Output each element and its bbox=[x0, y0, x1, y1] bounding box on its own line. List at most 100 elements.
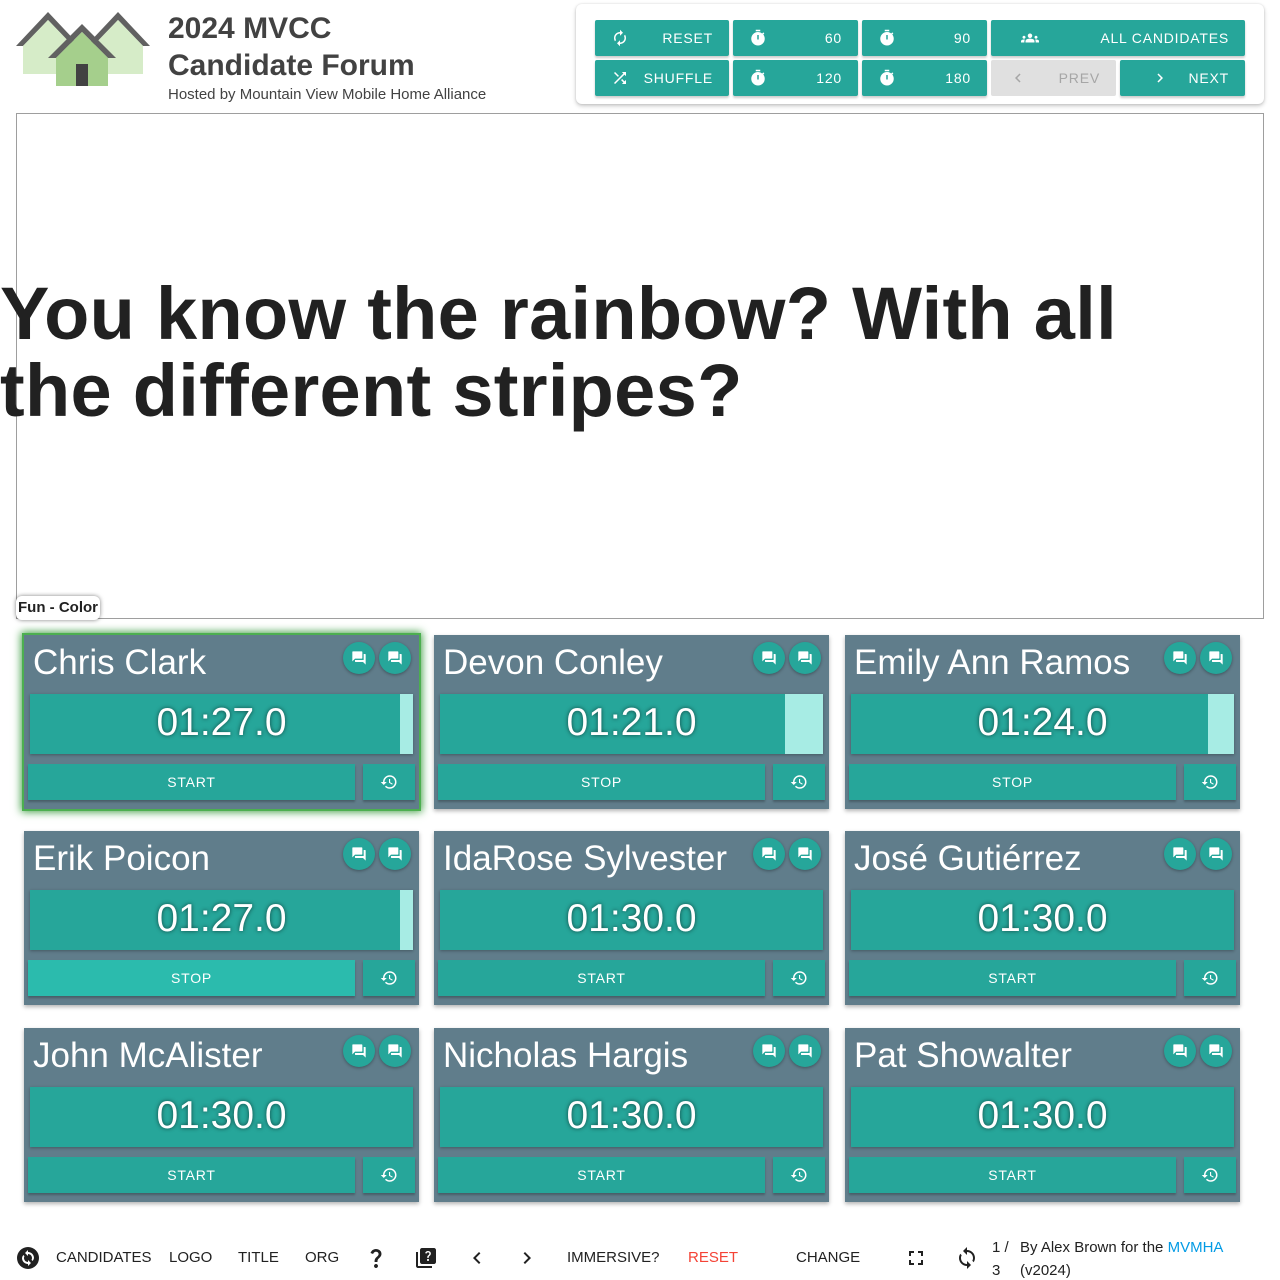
candidate-card: Chris Clark 01:27.0 START bbox=[24, 635, 419, 809]
chat-bubble-icon bbox=[1173, 1044, 1187, 1058]
reset-timer-button[interactable] bbox=[1184, 1157, 1236, 1193]
timer-readout: 01:24.0 bbox=[977, 701, 1108, 744]
reset-timer-button[interactable] bbox=[1184, 960, 1236, 996]
footer-reset-button[interactable]: RESET bbox=[688, 1249, 738, 1267]
chevron-left-icon bbox=[1015, 73, 1021, 83]
timer-60-label: 60 bbox=[824, 30, 842, 46]
footer-candidates-button[interactable]: CANDIDATES bbox=[56, 1249, 152, 1267]
credit-prefix: By Alex Brown for the bbox=[1020, 1239, 1168, 1256]
history-icon bbox=[1201, 971, 1218, 985]
alliance-logo bbox=[16, 12, 150, 86]
chat-bubble-icon bbox=[388, 1044, 402, 1058]
reset-timer-button[interactable] bbox=[363, 960, 415, 996]
footer-org-button[interactable]: ORG bbox=[305, 1249, 339, 1267]
reset-timer-button[interactable] bbox=[363, 1157, 415, 1193]
fullscreen-icon[interactable] bbox=[904, 1246, 928, 1270]
candidate-timer: 01:30.0 bbox=[30, 1087, 413, 1147]
timer-readout: 01:30.0 bbox=[977, 897, 1108, 940]
reset-timer-button[interactable] bbox=[1184, 764, 1236, 800]
reset-timer-button[interactable] bbox=[363, 764, 415, 800]
start-stop-button[interactable]: STOP bbox=[438, 764, 765, 800]
help-icon[interactable] bbox=[364, 1246, 388, 1270]
timer-readout: 01:27.0 bbox=[156, 701, 287, 744]
footer-logo-button[interactable]: LOGO bbox=[169, 1249, 212, 1267]
question-bubble-button-2[interactable] bbox=[1200, 1035, 1232, 1067]
start-stop-button[interactable]: START bbox=[438, 1157, 765, 1193]
question-bubble-button-2[interactable] bbox=[789, 838, 821, 870]
question-library-icon[interactable] bbox=[414, 1246, 438, 1270]
question-bubble-button[interactable] bbox=[343, 1035, 375, 1067]
timer-120-button[interactable]: 120 bbox=[733, 60, 858, 96]
timer-90-button[interactable]: 90 bbox=[862, 20, 987, 56]
history-icon bbox=[1201, 775, 1218, 789]
page-indicator: 1 / 3 bbox=[992, 1236, 1014, 1280]
chat-bubble-icon bbox=[1173, 847, 1187, 861]
start-stop-button[interactable]: START bbox=[28, 1157, 355, 1193]
footer-title-button[interactable]: TITLE bbox=[238, 1249, 279, 1267]
candidate-card: John McAlister 01:30.0 START bbox=[24, 1028, 419, 1202]
chevron-right-icon[interactable] bbox=[515, 1246, 539, 1270]
chat-bubble-icon bbox=[798, 1044, 812, 1058]
question-bubble-button[interactable] bbox=[1164, 642, 1196, 674]
shuffle-button[interactable]: SHUFFLE bbox=[595, 60, 729, 96]
sync-icon[interactable] bbox=[955, 1246, 979, 1270]
candidate-card: Nicholas Hargis 01:30.0 START bbox=[434, 1028, 829, 1202]
reset-all-button[interactable]: RESET bbox=[595, 20, 729, 56]
next-question-button[interactable]: NEXT bbox=[1120, 60, 1245, 96]
question-bubble-button-2[interactable] bbox=[1200, 838, 1232, 870]
question-bubble-button-2[interactable] bbox=[379, 642, 411, 674]
question-bubble-button-2[interactable] bbox=[379, 838, 411, 870]
start-stop-button[interactable]: START bbox=[849, 960, 1176, 996]
timer-readout: 01:30.0 bbox=[977, 1094, 1108, 1137]
question-bubble-button[interactable] bbox=[753, 838, 785, 870]
history-icon bbox=[1201, 1168, 1218, 1182]
question-bubble-button[interactable] bbox=[343, 838, 375, 870]
shuffle-label: SHUFFLE bbox=[643, 70, 713, 86]
reset-timer-button[interactable] bbox=[773, 960, 825, 996]
chevron-left-icon[interactable] bbox=[465, 1246, 489, 1270]
chat-bubble-icon bbox=[1209, 1044, 1223, 1058]
controls-panel: RESET 60 90 ALL CANDIDATES SHUFFLE 120 1… bbox=[576, 4, 1264, 104]
start-stop-button[interactable]: START bbox=[849, 1157, 1176, 1193]
question-bubble-button[interactable] bbox=[1164, 1035, 1196, 1067]
mvmha-link[interactable]: MVMHA bbox=[1168, 1239, 1224, 1256]
candidate-name: Emily Ann Ramos bbox=[854, 643, 1131, 682]
question-bubble-button[interactable] bbox=[753, 642, 785, 674]
prev-question-button[interactable]: PREV bbox=[991, 60, 1116, 96]
candidate-card: Erik Poicon 01:27.0 STOP bbox=[24, 831, 419, 1005]
chat-bubble-icon bbox=[762, 847, 776, 861]
footer-immersive-toggle[interactable]: IMMERSIVE? bbox=[567, 1249, 660, 1267]
history-icon bbox=[380, 775, 397, 789]
timer-readout: 01:27.0 bbox=[156, 897, 287, 940]
reset-timer-button[interactable] bbox=[773, 764, 825, 800]
page-indicator-total: 3 bbox=[992, 1262, 1001, 1279]
question-bubble-button[interactable] bbox=[1164, 838, 1196, 870]
footer-change-button[interactable]: CHANGE bbox=[796, 1249, 860, 1267]
title-line-1: 2024 MVCC bbox=[168, 12, 332, 45]
all-candidates-button[interactable]: ALL CANDIDATES bbox=[991, 20, 1245, 56]
start-stop-button[interactable]: START bbox=[28, 764, 355, 800]
candidate-name: José Gutiérrez bbox=[854, 839, 1082, 878]
credit-text: By Alex Brown for the MVMHA (v2024) bbox=[1020, 1236, 1260, 1280]
reset-all-label: RESET bbox=[662, 30, 713, 46]
history-icon bbox=[790, 775, 807, 789]
question-bubble-button[interactable] bbox=[753, 1035, 785, 1067]
question-bubble-button-2[interactable] bbox=[379, 1035, 411, 1067]
question-bubble-button[interactable] bbox=[343, 642, 375, 674]
stopwatch-icon bbox=[880, 69, 894, 86]
cycle-icon[interactable] bbox=[16, 1246, 40, 1270]
question-bubble-button-2[interactable] bbox=[789, 1035, 821, 1067]
start-stop-button[interactable]: START bbox=[438, 960, 765, 996]
page-title: 2024 MVCC Candidate Forum bbox=[168, 10, 415, 84]
timer-60-button[interactable]: 60 bbox=[733, 20, 858, 56]
timer-180-button[interactable]: 180 bbox=[862, 60, 987, 96]
start-stop-button[interactable]: STOP bbox=[849, 764, 1176, 800]
start-stop-button[interactable]: STOP bbox=[28, 960, 355, 996]
chat-bubble-icon bbox=[352, 1044, 366, 1058]
candidate-name: Chris Clark bbox=[33, 643, 207, 682]
question-bubble-button-2[interactable] bbox=[789, 642, 821, 674]
reset-timer-button[interactable] bbox=[773, 1157, 825, 1193]
candidate-card: IdaRose Sylvester 01:30.0 START bbox=[434, 831, 829, 1005]
chat-bubble-icon bbox=[1173, 651, 1187, 665]
question-bubble-button-2[interactable] bbox=[1200, 642, 1232, 674]
